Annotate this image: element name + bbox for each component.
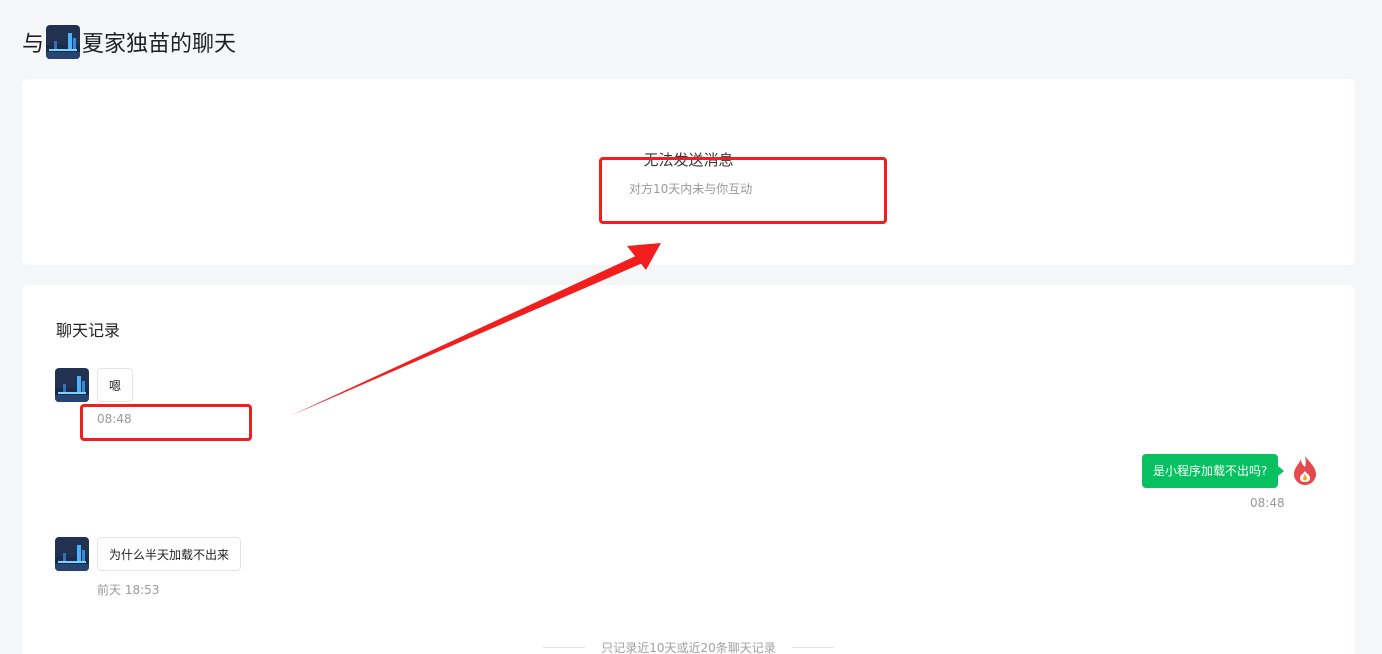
annotation-box-time [80,404,252,441]
history-card: 聊天记录 嗯 08:48 是小程序加载不出吗? 08:48 为什么半天加载不出来… [22,285,1355,654]
message-time: 08:48 [1250,496,1285,510]
message-bubble-self[interactable]: 是小程序加载不出吗? [1142,454,1285,488]
chat-page: 与 夏家独苗的聊天 无法发送消息 对方10天内未与你互动 聊天记录 嗯 08:4… [0,0,1382,654]
flame-logo-icon [1294,456,1316,485]
message-time: 前天 18:53 [97,583,160,597]
contact-avatar[interactable] [55,368,89,402]
city-night-avatar-icon [55,537,89,571]
contact-name: 夏家独苗的聊天 [82,32,237,57]
annotation-box-notice [599,157,887,224]
history-footer-note: 只记录近10天或近20条聊天记录 [22,639,1355,654]
title-prefix: 与 [22,32,45,57]
page-title: 与 夏家独苗的聊天 [22,24,236,60]
contact-avatar[interactable] [46,25,81,59]
message-bubble[interactable]: 为什么半天加载不出来 [97,537,242,571]
footer-note-text: 只记录近10天或近20条聊天记录 [601,641,776,654]
city-night-avatar-icon [46,25,81,59]
message-bubble[interactable]: 嗯 [97,368,134,402]
contact-avatar[interactable] [55,537,89,571]
history-title: 聊天记录 [56,321,121,340]
divider-line [543,647,586,648]
self-avatar[interactable] [1288,453,1322,487]
city-night-avatar-icon [55,368,89,402]
divider-line [791,647,834,648]
